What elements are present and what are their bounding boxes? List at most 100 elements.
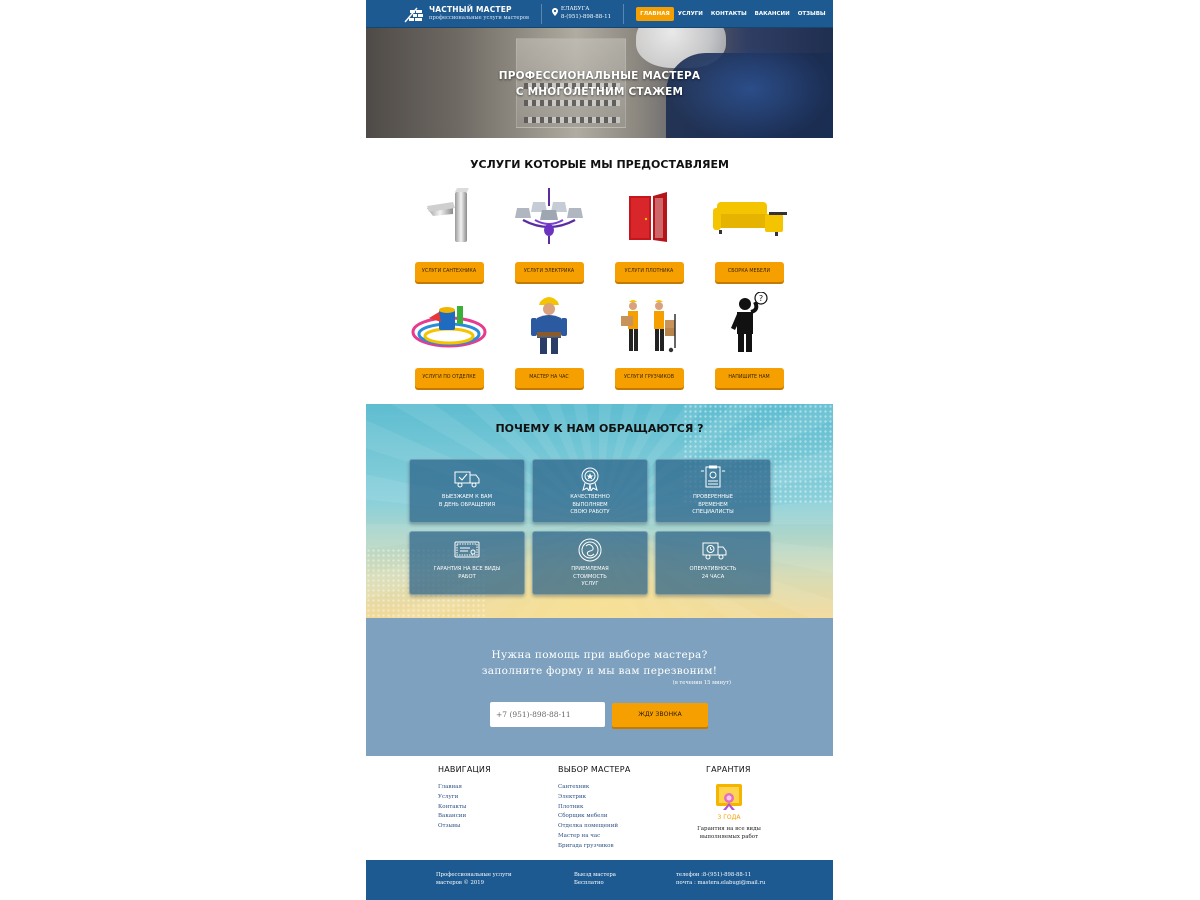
service-movers: УСЛУГИ ГРУЗЧИКОВ bbox=[609, 292, 689, 388]
nav-reviews[interactable]: ОТЗЫВЫ bbox=[794, 7, 830, 21]
why-card-speed: ОПЕРАТИВНОСТЬ 24 ЧАСА bbox=[655, 531, 771, 595]
guarantee-icon bbox=[454, 541, 480, 558]
service-handyman-button[interactable]: МАСТЕР НА ЧАС bbox=[514, 368, 584, 388]
header-divider bbox=[623, 3, 625, 24]
footer-link-handyman[interactable]: Мастер на час bbox=[558, 832, 631, 842]
services-title: УСЛУГИ КОТОРЫЕ МЫ ПРЕДОСТАВЛЯЕМ bbox=[470, 158, 729, 171]
fast-delivery-icon bbox=[702, 542, 727, 560]
quality-badge-icon bbox=[581, 467, 599, 491]
sofa-icon bbox=[713, 202, 787, 236]
footer-link-vacancies[interactable]: Вакансии bbox=[438, 812, 491, 822]
brick-wall-logo-icon[interactable] bbox=[404, 5, 424, 23]
footer-guarantee-title: ГАРАНТИЯ bbox=[706, 765, 751, 774]
why-card-text: ОПЕРАТИВНОСТЬ 24 ЧАСА bbox=[689, 566, 737, 580]
footer-link-home[interactable]: Главная bbox=[438, 783, 491, 793]
service-plumber: УСЛУГИ САНТЕХНИКА bbox=[409, 186, 489, 282]
service-plumber-button[interactable]: УСЛУГИ САНТЕХНИКА bbox=[414, 262, 484, 282]
why-card-specialists: ПРОВЕРЕННЫЕ ВРЕМЕНЕМ СПЕЦИАЛИСТЫ bbox=[655, 459, 771, 523]
footer-nav-title: НАВИГАЦИЯ bbox=[438, 765, 491, 774]
footer-link-carpenter[interactable]: Плотник bbox=[558, 803, 631, 813]
callback-title-line-1: Нужна помощь при выборе мастера? bbox=[491, 649, 708, 661]
svg-text:?: ? bbox=[759, 294, 763, 303]
why-card-same-day: ВЫЕЗЖАЕМ К ВАМ В ДЕНЬ ОБРАЩЕНИЯ bbox=[409, 459, 525, 523]
door-icon bbox=[629, 192, 667, 242]
page: ЧАСТНЫЙ МАСТЕР профессиональные услуги м… bbox=[366, 0, 833, 900]
bottom-bar: Профессиональные услуги мастеров © 2019 … bbox=[366, 860, 833, 900]
guarantee-years: 3 ГОДА bbox=[717, 814, 741, 821]
callback-title-line-2: заполните форму и мы вам перезвоним! bbox=[481, 665, 718, 677]
location-block: ЕЛАБУГА 8-(951)-898-88-11 bbox=[551, 6, 611, 21]
price-icon bbox=[578, 538, 602, 562]
footer-link-contacts[interactable]: Контакты bbox=[438, 803, 491, 813]
callback-form-section: Нужна помощь при выборе мастера? заполни… bbox=[366, 618, 833, 756]
service-furniture-button[interactable]: СБОРКА МЕБЕЛИ bbox=[714, 262, 784, 282]
service-carpenter: УСЛУГИ ПЛОТНИКА bbox=[609, 186, 689, 282]
guarantee-text: Гарантия на все виды выполняемых работ bbox=[697, 826, 761, 840]
faucet-icon bbox=[427, 188, 469, 242]
breaker-row bbox=[524, 117, 620, 123]
service-movers-button[interactable]: УСЛУГИ ГРУЗЧИКОВ bbox=[614, 368, 684, 388]
hero-banner: ПРОФЕССИОНАЛЬНЫЕ МАСТЕРА С МНОГОЛЕТНИМ С… bbox=[366, 28, 833, 138]
header-divider bbox=[540, 3, 542, 24]
why-card-price: ПРИЕМЛЕМАЯ СТОИМОСТЬ УСЛУГ bbox=[532, 531, 648, 595]
service-electrician: УСЛУГИ ЭЛЕКТРИКА bbox=[509, 186, 589, 282]
footer-link-movers[interactable]: Бригада грузчиков bbox=[558, 842, 631, 852]
footer-link-finishing[interactable]: Отделка помещений bbox=[558, 822, 631, 832]
why-us-section: ПОЧЕМУ К НАМ ОБРАЩАЮТСЯ ? ВЫЕЗЖАЕМ К ВАМ… bbox=[366, 404, 833, 618]
service-carpenter-button[interactable]: УСЛУГИ ПЛОТНИКА bbox=[614, 262, 684, 282]
callback-submit-button[interactable]: ЖДУ ЗВОНКА bbox=[612, 703, 708, 727]
why-card-text: ГАРАНТИЯ НА ВСЕ ВИДЫ РАБОТ bbox=[433, 566, 501, 580]
service-handyman: МАСТЕР НА ЧАС bbox=[509, 292, 589, 388]
header-phone[interactable]: 8-(951)-898-88-11 bbox=[561, 14, 611, 21]
nav-home[interactable]: ГЛАВНАЯ bbox=[636, 6, 674, 21]
main-nav: ГЛАВНАЯ УСЛУГИ КОНТАКТЫ ВАКАНСИИ ОТЗЫВЫ bbox=[636, 6, 830, 21]
footer-links: НАВИГАЦИЯ Главная Услуги Контакты Ваканс… bbox=[366, 756, 833, 860]
brand-tagline: профессиональные услуги мастеров bbox=[429, 15, 529, 22]
nav-contacts[interactable]: КОНТАКТЫ bbox=[707, 7, 751, 21]
question-person-icon: ? bbox=[731, 291, 768, 352]
footer-link-electrician[interactable]: Электрик bbox=[558, 793, 631, 803]
footer-nav-column: НАВИГАЦИЯ Главная Услуги Контакты Ваканс… bbox=[438, 765, 491, 832]
nav-vacancies[interactable]: ВАКАНСИИ bbox=[751, 7, 794, 21]
why-us-title: ПОЧЕМУ К НАМ ОБРАЩАЮТСЯ ? bbox=[495, 422, 704, 435]
top-header: ЧАСТНЫЙ МАСТЕР профессиональные услуги м… bbox=[366, 0, 833, 28]
why-card-text: КАЧЕСТВЕННО ВЫПОЛНЯЕМ СВОЮ РАБОТУ bbox=[570, 494, 610, 515]
footer-link-services[interactable]: Услуги bbox=[438, 793, 491, 803]
hero-title-line-2: С МНОГОЛЕТНИМ СТАЖЕМ bbox=[515, 86, 684, 98]
hero-title-line-1: ПРОФЕССИОНАЛЬНЫЕ МАСТЕРА bbox=[498, 70, 701, 82]
footer-guarantee-column: ГАРАНТИЯ bbox=[706, 765, 751, 774]
service-furniture: СБОРКА МЕБЕЛИ bbox=[709, 186, 789, 282]
movers-icon bbox=[621, 300, 676, 353]
brand[interactable]: ЧАСТНЫЙ МАСТЕР профессиональные услуги м… bbox=[429, 6, 529, 22]
footer-link-furniture[interactable]: Сборщик мебели bbox=[558, 812, 631, 822]
callback-note: (в течении 15 минут) bbox=[672, 680, 731, 686]
why-card-guarantee: ГАРАНТИЯ НА ВСЕ ВИДЫ РАБОТ bbox=[409, 531, 525, 595]
footer-masters-column: ВЫБОР МАСТЕРА Сантехник Электрик Плотник… bbox=[558, 765, 631, 852]
delivery-truck-icon bbox=[454, 471, 480, 488]
paint-supplies-icon bbox=[411, 306, 487, 348]
services-section: УСЛУГИ КОТОРЫЕ МЫ ПРЕДОСТАВЛЯЕМ УСЛУГИ С… bbox=[366, 138, 833, 404]
service-finishing-button[interactable]: УСЛУГИ ПО ОТДЕЛКЕ bbox=[414, 368, 484, 388]
callback-title: Нужна помощь при выборе мастера? заполни… bbox=[366, 647, 833, 679]
footer-link-reviews[interactable]: Отзывы bbox=[438, 822, 491, 832]
certificate-icon bbox=[701, 465, 725, 488]
footer-link-plumber[interactable]: Сантехник bbox=[558, 783, 631, 793]
why-card-text: ВЫЕЗЖАЕМ К ВАМ В ДЕНЬ ОБРАЩЕНИЯ bbox=[438, 494, 496, 508]
brand-name: ЧАСТНЫЙ МАСТЕР bbox=[429, 4, 512, 14]
guarantee-badge-icon bbox=[716, 784, 742, 810]
breaker-row bbox=[524, 100, 620, 106]
footer-masters-title: ВЫБОР МАСТЕРА bbox=[558, 765, 631, 774]
why-card-text: ПРИЕМЛЕМАЯ СТОИМОСТЬ УСЛУГ bbox=[571, 566, 609, 587]
bottom-contacts[interactable]: телефон :8-(951)-898-88-11 почта : maste… bbox=[676, 872, 765, 887]
why-card-text: ПРОВЕРЕННЫЕ ВРЕМЕНЕМ СПЕЦИАЛИСТЫ bbox=[692, 494, 734, 515]
service-contact-button[interactable]: НАПИШИТЕ НАМ bbox=[714, 368, 784, 388]
map-pin-icon bbox=[551, 7, 558, 16]
chandelier-icon bbox=[515, 188, 583, 244]
nav-services[interactable]: УСЛУГИ bbox=[674, 7, 707, 21]
service-electrician-button[interactable]: УСЛУГИ ЭЛЕКТРИКА bbox=[514, 262, 584, 282]
hero-title: ПРОФЕССИОНАЛЬНЫЕ МАСТЕРА С МНОГОЛЕТНИМ С… bbox=[366, 68, 833, 100]
phone-input[interactable] bbox=[490, 702, 605, 727]
free-visit-note: Выезд мастера Бесплатно bbox=[574, 872, 616, 886]
why-card-quality: КАЧЕСТВЕННО ВЫПОЛНЯЕМ СВОЮ РАБОТУ bbox=[532, 459, 648, 523]
copyright: Профессиональные услуги мастеров © 2019 bbox=[436, 872, 512, 886]
